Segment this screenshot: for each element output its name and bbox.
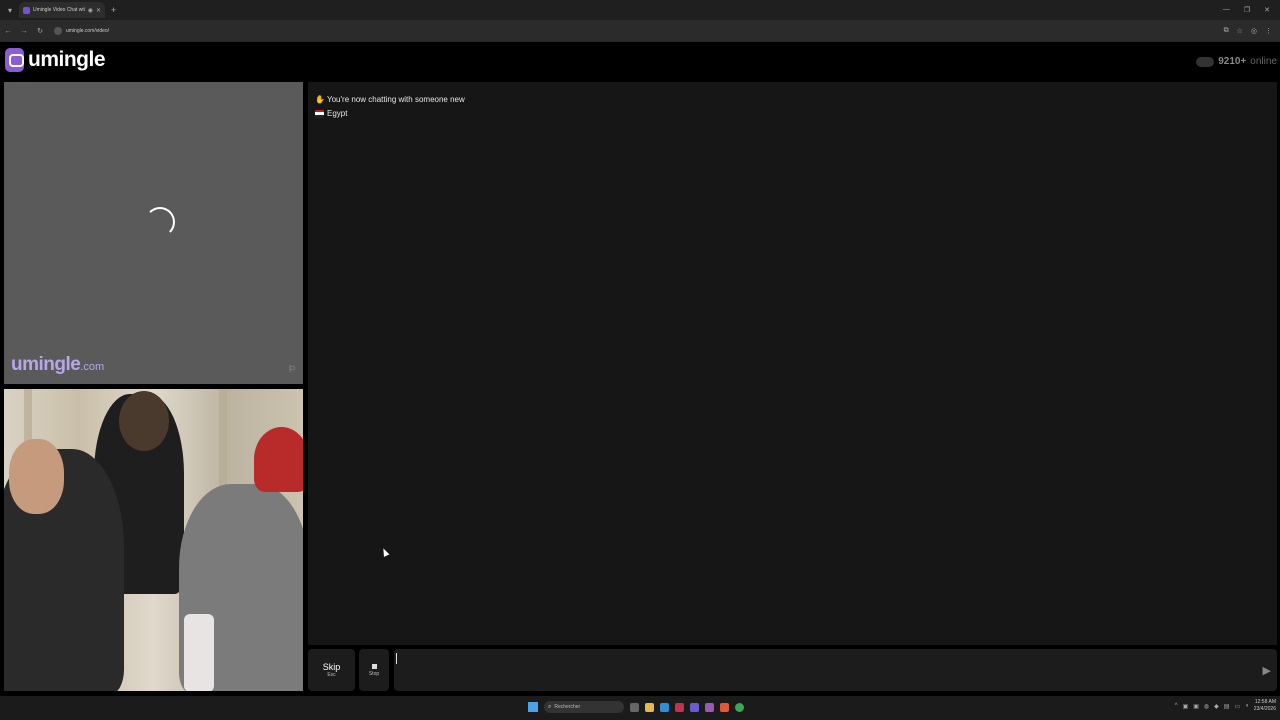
country-text: Egypt [327, 109, 348, 118]
stop-button[interactable]: Stop [359, 649, 389, 691]
os-taskbar: ⌕ Rechercher ^ ▣ ▣ ◍ ◆ ▤ ▭ ◖ 12:58 AM 23… [0, 696, 1280, 720]
browser-tabbar: ▾ Umingle Video Chat with S ◉ ✕ + — ❐ ✕ [0, 0, 1280, 20]
reload-icon[interactable]: ↻ [36, 27, 44, 35]
close-window-icon[interactable]: ✕ [1264, 6, 1270, 14]
country-message: Egypt [315, 109, 347, 118]
url-field[interactable]: umingle.com/video/ [52, 24, 109, 38]
egypt-flag-icon [315, 109, 324, 118]
logo-text: umingle [28, 48, 106, 71]
send-icon[interactable]: ▶ [1263, 664, 1271, 677]
app-icon[interactable] [675, 702, 684, 712]
network-icon[interactable]: ▭ [1234, 703, 1240, 710]
site-logo[interactable]: umingle [5, 48, 106, 72]
online-label: online [1250, 56, 1277, 67]
browser-tab[interactable]: Umingle Video Chat with S ◉ ✕ [19, 2, 105, 18]
tray-chevron-icon[interactable]: ^ [1175, 703, 1178, 709]
skip-label: Skip [322, 662, 341, 672]
chrome-icon[interactable] [735, 702, 744, 712]
url-text: umingle.com/video/ [66, 28, 110, 34]
microphone [184, 614, 214, 691]
tab-title: Umingle Video Chat with S [33, 7, 85, 13]
tray-app-icon[interactable]: ◆ [1214, 703, 1219, 710]
message-text: You're now chatting with someone new [327, 95, 465, 104]
tray-app-icon[interactable]: ▣ [1183, 703, 1189, 710]
window-controls: — ❐ ✕ [1223, 6, 1280, 14]
tray-app-icon[interactable]: ▤ [1224, 703, 1230, 710]
theme-toggle[interactable] [1196, 56, 1215, 67]
text-caret [396, 653, 397, 664]
tray-app-icon[interactable]: ▣ [1193, 703, 1199, 710]
chat-controls: Skip Esc Stop ▶ [308, 649, 1277, 691]
start-windows-icon[interactable] [528, 702, 538, 712]
site-info-icon[interactable] [54, 27, 62, 35]
chat-log: ✋ You're now chatting with someone new E… [308, 82, 1277, 645]
stop-label: Stop [368, 670, 380, 677]
volume-icon[interactable]: ◖ [1245, 703, 1249, 709]
tray-app-icon[interactable]: ◍ [1204, 703, 1209, 710]
watermark-main: umingle [11, 354, 81, 375]
local-video [4, 389, 303, 691]
video-watermark: umingle .com [11, 354, 104, 376]
handshake-icon: ✋ [315, 95, 325, 104]
close-tab-icon[interactable]: ✕ [96, 7, 101, 14]
translate-icon[interactable]: ⧉ [1224, 27, 1229, 35]
browser-menu-icon[interactable]: ⋮ [1265, 27, 1272, 35]
task-view-icon[interactable] [630, 702, 639, 712]
search-icon: ⌕ [548, 703, 552, 710]
bookmark-star-icon[interactable]: ☆ [1237, 27, 1243, 35]
discord-icon[interactable] [690, 702, 699, 712]
edge-icon[interactable] [660, 702, 669, 712]
forward-icon[interactable]: → [20, 28, 28, 35]
stop-icon [371, 663, 377, 669]
back-icon[interactable]: ← [4, 28, 12, 35]
app-icon[interactable] [720, 702, 729, 712]
clock-date: 23/4/2026 [1253, 706, 1276, 712]
minimize-icon[interactable]: — [1223, 6, 1230, 14]
system-message: ✋ You're now chatting with someone new [315, 95, 465, 104]
tab-search-icon[interactable]: ▾ [3, 3, 17, 17]
message-input[interactable] [394, 649, 1277, 691]
site-favicon-icon [23, 6, 30, 14]
online-count: 9210+ [1218, 56, 1247, 67]
profile-icon[interactable]: ◎ [1251, 27, 1257, 35]
address-bar: ← → ↻ umingle.com/video/ ⧉ ☆ ◎ ⋮ [0, 20, 1280, 42]
maximize-icon[interactable]: ❐ [1244, 6, 1250, 14]
skip-shortcut: Esc [327, 672, 336, 678]
loading-spinner-icon [145, 207, 175, 237]
chat-bubble-logo-icon [5, 48, 24, 72]
watermark-domain: .com [80, 361, 105, 373]
file-explorer-icon[interactable] [645, 702, 654, 712]
system-clock[interactable]: 12:58 AM 23/4/2026 [1254, 699, 1276, 713]
mute-tab-icon[interactable]: ◉ [88, 7, 93, 14]
person-head [119, 391, 169, 451]
new-tab-icon[interactable]: + [111, 5, 116, 15]
remote-video: umingle .com ⚐ [4, 82, 303, 384]
red-cap [254, 427, 303, 492]
app-icon[interactable] [705, 702, 714, 712]
skip-button[interactable]: Skip Esc [308, 649, 355, 691]
search-placeholder: Rechercher [554, 704, 581, 710]
site-header: umingle 9210+ online [0, 42, 1280, 82]
clock-time: 12:58 AM [1254, 699, 1276, 705]
taskbar-search[interactable]: ⌕ Rechercher [544, 701, 624, 713]
person-head [9, 439, 64, 514]
online-indicator: 9210+ online [1196, 56, 1277, 67]
report-flag-icon[interactable]: ⚐ [288, 364, 298, 374]
